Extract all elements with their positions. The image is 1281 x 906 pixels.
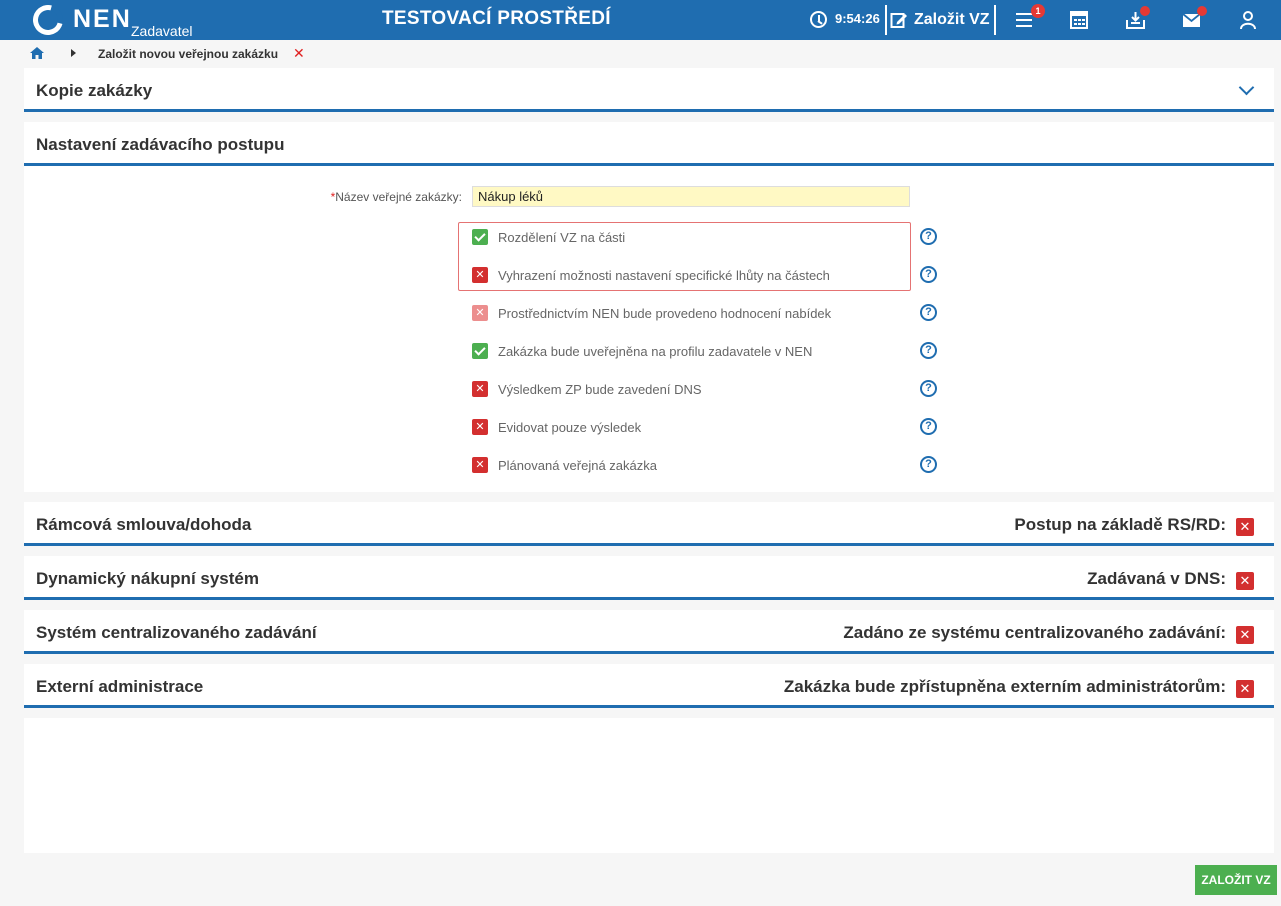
dns-toggle-label: Zadávaná v DNS:	[1087, 569, 1226, 588]
section-external: Externí administrace Zakázka bude zpříst…	[24, 664, 1274, 708]
option-label: Evidovat pouze výsledek	[498, 420, 642, 435]
create-vz-button[interactable]: ZALOŽIT VZ	[1195, 865, 1277, 895]
disabled-x-icon: ✕	[472, 305, 488, 321]
edit-icon	[890, 13, 907, 28]
section-title: Systém centralizovaného zadávání	[36, 623, 317, 642]
section-copy-header[interactable]: Kopie zakázky	[24, 68, 1274, 112]
central-x-icon[interactable]: ✕	[1236, 626, 1254, 644]
framework-toggle-label: Postup na základě RS/RD:	[1014, 515, 1226, 534]
central-toggle-label: Zadáno ze systému centralizovaného zadáv…	[843, 623, 1226, 642]
nen-logo-icon[interactable]	[27, 0, 69, 41]
create-vz-header-button[interactable]: Založit VZ	[890, 6, 990, 34]
mail-notification-dot	[1197, 6, 1207, 16]
help-icon[interactable]: ?	[920, 342, 937, 359]
option-label: Rozdělení VZ na části	[498, 230, 626, 245]
logo-subtitle: Zadavatel	[131, 23, 193, 39]
header-divider	[885, 5, 887, 35]
close-tab-icon[interactable]: ✕	[293, 45, 305, 62]
unchecked-x-icon[interactable]: ✕	[472, 419, 488, 435]
breadcrumb-separator-icon	[71, 49, 76, 57]
help-icon[interactable]: ?	[920, 380, 937, 397]
help-icon[interactable]: ?	[920, 418, 937, 435]
menu-badge: 1	[1031, 4, 1045, 18]
clock-icon	[810, 11, 827, 28]
checked-icon[interactable]	[472, 343, 488, 359]
section-procedure: Nastavení zadávacího postupu *Název veře…	[24, 122, 1274, 492]
chevron-down-icon[interactable]	[1238, 79, 1255, 96]
name-field-label: *Název veřejné zakázky:	[331, 190, 462, 204]
breadcrumb-current[interactable]: Založit novou veřejnou zakázku	[98, 47, 278, 61]
help-icon[interactable]: ?	[920, 456, 937, 473]
framework-x-icon[interactable]: ✕	[1236, 518, 1254, 536]
logo-text[interactable]: NEN	[73, 5, 132, 34]
external-x-icon[interactable]: ✕	[1236, 680, 1254, 698]
help-icon[interactable]: ?	[920, 228, 937, 245]
option-label: Výsledkem ZP bude zavedení DNS	[498, 382, 702, 397]
name-label-text: Název veřejné zakázky:	[335, 190, 462, 204]
inbox-notification-dot	[1140, 6, 1150, 16]
section-external-header[interactable]: Externí administrace Zakázka bude zpříst…	[24, 664, 1274, 708]
section-copy: Kopie zakázky	[24, 68, 1274, 112]
section-dns: Dynamický nákupní systém Zadávaná v DNS:…	[24, 556, 1274, 600]
user-icon[interactable]	[1236, 8, 1260, 32]
create-vz-label: Založit VZ	[914, 11, 990, 28]
section-title: Dynamický nákupní systém	[36, 569, 259, 588]
session-time: 9:54:26	[835, 11, 880, 26]
header-divider	[994, 5, 996, 35]
breadcrumb: Založit novou veřejnou zakázku ✕	[0, 40, 1281, 68]
unchecked-x-icon[interactable]: ✕	[472, 457, 488, 473]
environment-title: TESTOVACÍ PROSTŘEDÍ	[382, 8, 611, 29]
section-title: Kopie zakázky	[36, 81, 153, 100]
section-framework-header[interactable]: Rámcová smlouva/dohoda Postup na základě…	[24, 502, 1274, 546]
calendar-icon[interactable]	[1068, 8, 1092, 32]
section-dns-header[interactable]: Dynamický nákupní systém Zadávaná v DNS:…	[24, 556, 1274, 600]
section-framework: Rámcová smlouva/dohoda Postup na základě…	[24, 502, 1274, 546]
section-title: Externí administrace	[36, 677, 204, 696]
section-central: Systém centralizovaného zadávání Zadáno …	[24, 610, 1274, 654]
option-label: Zakázka bude uveřejněna na profilu zadav…	[498, 344, 813, 359]
help-icon[interactable]: ?	[920, 266, 937, 283]
top-bar: NEN Zadavatel TESTOVACÍ PROSTŘEDÍ 9:54:2…	[0, 0, 1281, 41]
option-label: Vyhrazení možnosti nastavení specifické …	[498, 268, 830, 283]
section-title: Rámcová smlouva/dohoda	[36, 515, 252, 534]
checked-icon[interactable]	[472, 229, 488, 245]
section-procedure-header: Nastavení zadávacího postupu	[24, 122, 1274, 166]
option-label: Prostřednictvím NEN bude provedeno hodno…	[498, 306, 832, 321]
empty-panel	[24, 718, 1274, 853]
option-label: Plánovaná veřejná zakázka	[498, 458, 657, 473]
unchecked-x-icon[interactable]: ✕	[472, 381, 488, 397]
external-toggle-label: Zakázka bude zpřístupněna externím admin…	[783, 677, 1226, 696]
unchecked-x-icon[interactable]: ✕	[472, 267, 488, 283]
section-central-header[interactable]: Systém centralizovaného zadávání Zadáno …	[24, 610, 1274, 654]
contract-name-input[interactable]	[472, 186, 910, 207]
section-title: Nastavení zadávacího postupu	[36, 135, 285, 154]
home-icon[interactable]	[29, 46, 45, 60]
help-icon[interactable]: ?	[920, 304, 937, 321]
dns-x-icon[interactable]: ✕	[1236, 572, 1254, 590]
